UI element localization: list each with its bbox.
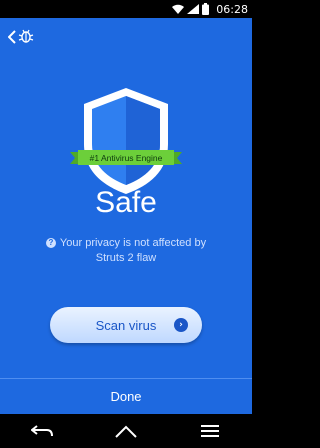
status-bar: 06:28 (0, 0, 252, 18)
done-button[interactable]: Done (0, 378, 252, 414)
clock-time: 06:28 (216, 2, 248, 16)
app-screen: #1 Antivirus Engine Safe ? Your privacy i… (0, 18, 252, 414)
info-message: ? Your privacy is not affected by Struts … (36, 236, 216, 266)
wifi-icon (172, 4, 185, 14)
battery-icon (202, 3, 210, 15)
back-arrow-icon (31, 425, 53, 437)
chevron-left-icon (7, 29, 16, 48)
help-circle-icon: ? (45, 238, 56, 249)
nav-menu-button[interactable] (190, 416, 230, 446)
system-nav-bar (0, 414, 252, 448)
scan-virus-button[interactable]: Scan virus › (50, 307, 202, 343)
menu-icon (201, 425, 219, 437)
shield-icon (0, 86, 252, 196)
info-text: Your privacy is not affected by Struts 2… (59, 237, 207, 264)
page-title: Safe (95, 186, 157, 219)
scan-button-label: Scan virus (95, 317, 157, 333)
arrow-right-icon: › (174, 318, 188, 332)
signal-icon (187, 4, 200, 14)
done-button-label: Done (110, 389, 142, 404)
ribbon-text: #1 Antivirus Engine (89, 153, 163, 163)
ribbon-banner: #1 Antivirus Engine (70, 149, 182, 167)
back-button[interactable] (7, 27, 40, 49)
nav-home-button[interactable] (106, 416, 146, 446)
nav-back-button[interactable] (22, 416, 62, 446)
home-icon (115, 425, 137, 438)
top-bar (0, 18, 252, 58)
bug-icon (18, 28, 34, 48)
